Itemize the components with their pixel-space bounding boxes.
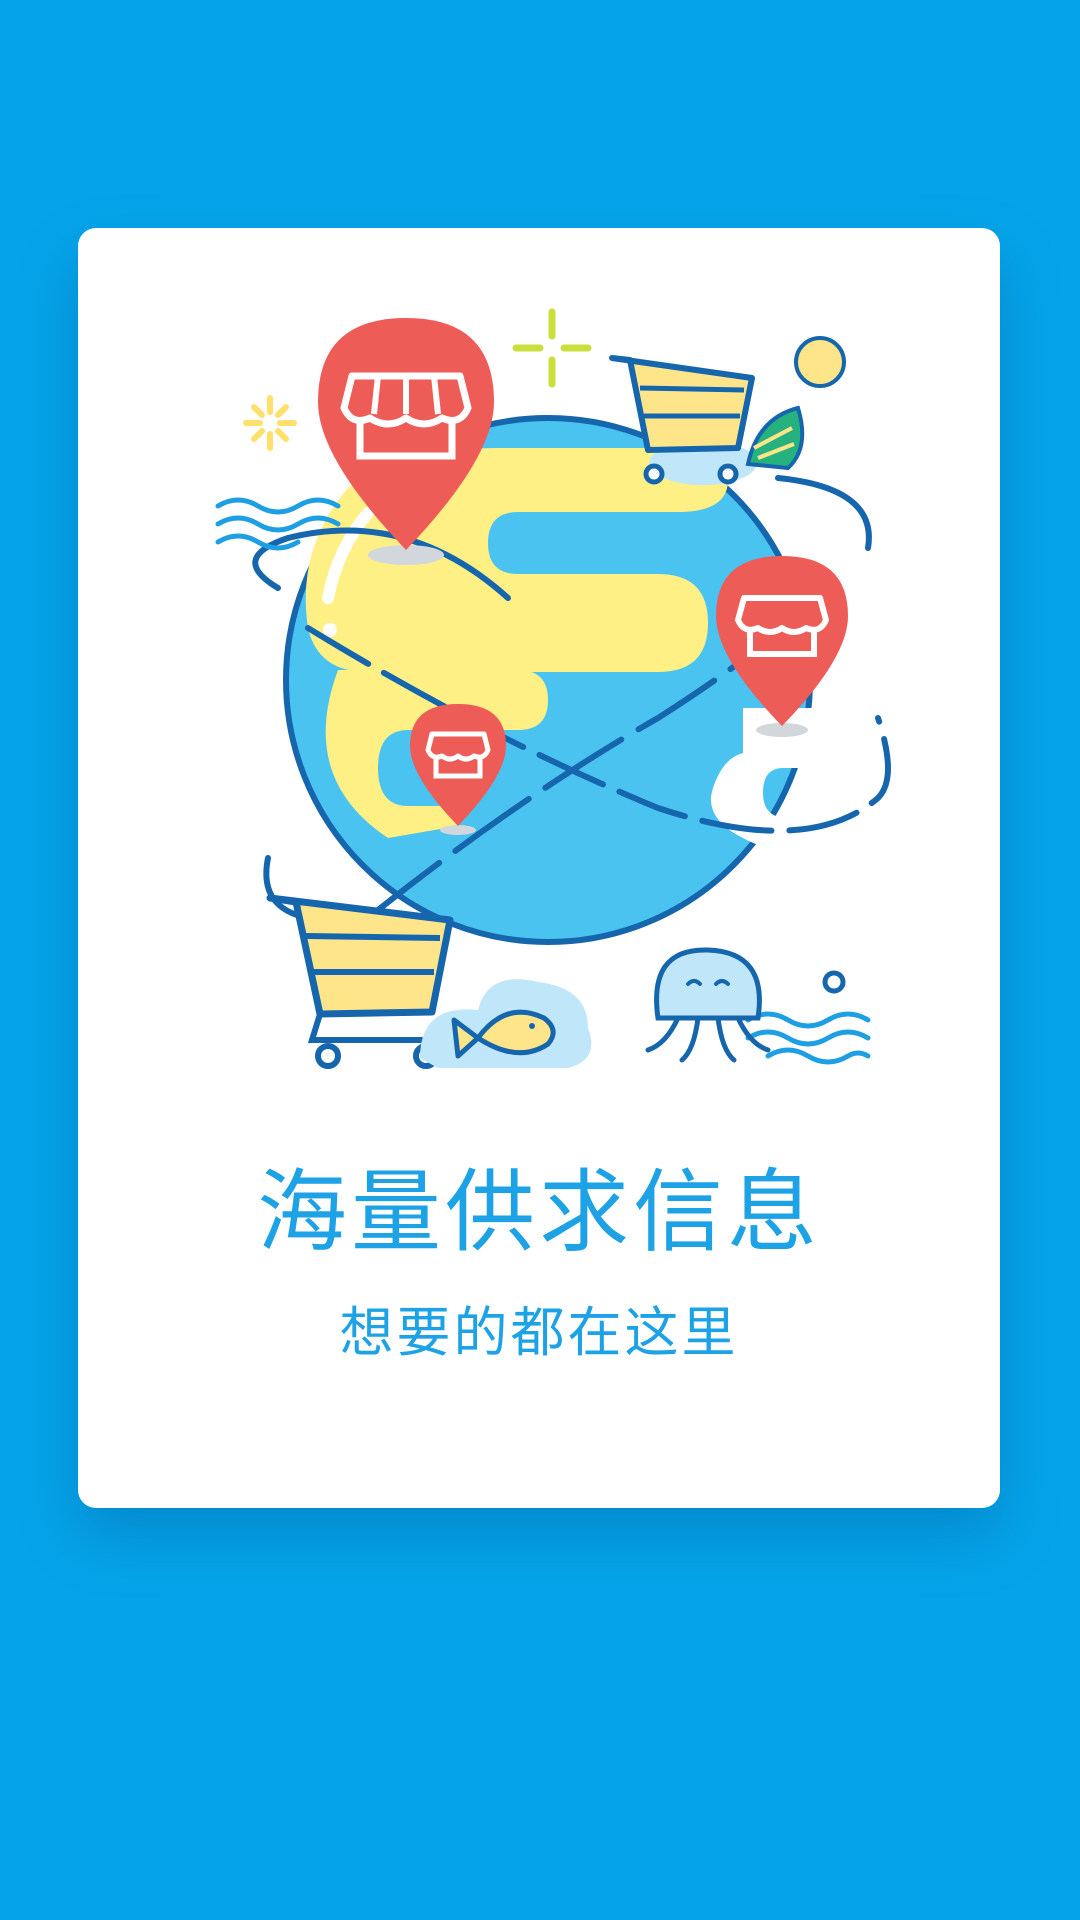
sparkle-icon <box>512 308 592 388</box>
fish-icon <box>420 979 592 1068</box>
octopus-icon <box>645 947 771 1063</box>
onboarding-card: 海量供求信息 想要的都在这里 <box>78 228 1000 1508</box>
sun-icon <box>794 336 846 388</box>
onboarding-headline: 海量供求信息 <box>257 1160 821 1265</box>
shrimp-icon <box>745 405 805 471</box>
illustration <box>215 308 891 1069</box>
onboarding-subline: 想要的都在这里 <box>339 1301 739 1364</box>
sparkle-icon <box>243 395 297 451</box>
